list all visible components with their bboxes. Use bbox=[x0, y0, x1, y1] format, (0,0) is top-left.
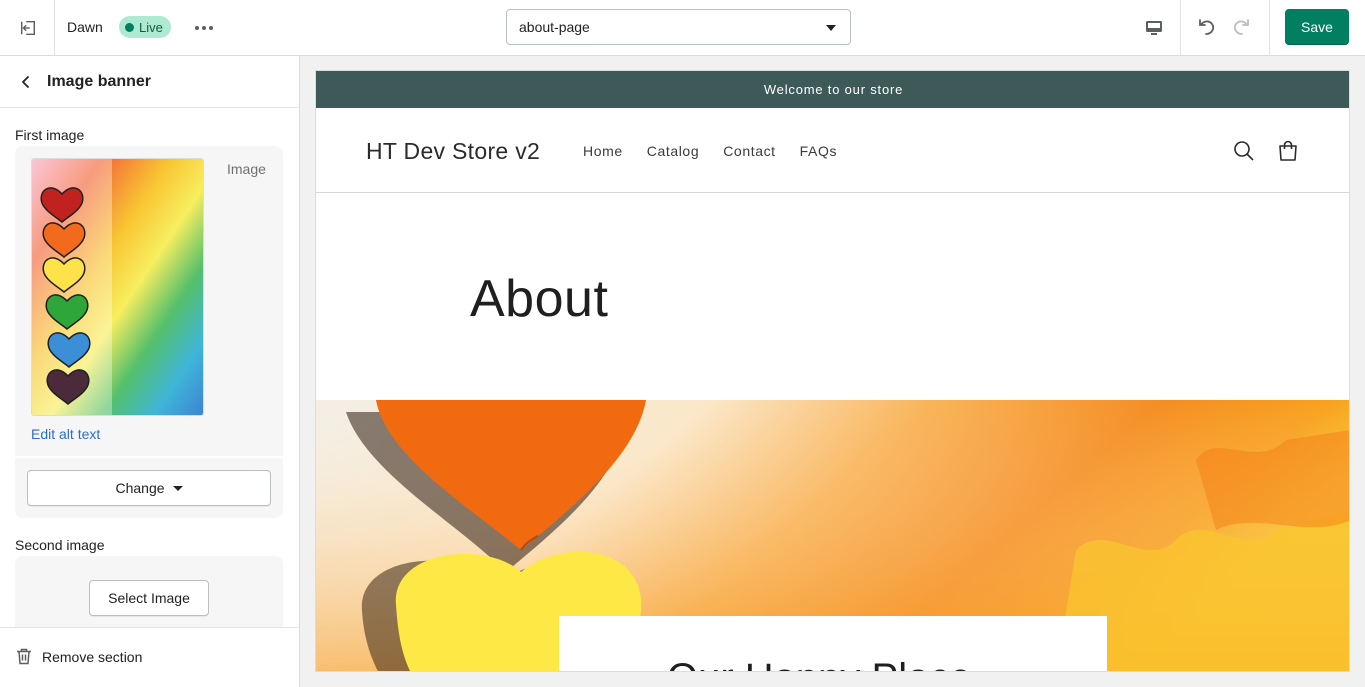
live-status-badge: Live bbox=[119, 16, 171, 38]
theme-name: Dawn bbox=[67, 19, 103, 35]
undo-button[interactable] bbox=[1192, 13, 1220, 41]
second-image-picker: Select Image bbox=[15, 556, 283, 631]
live-dot-icon bbox=[125, 22, 134, 32]
back-button[interactable] bbox=[14, 70, 38, 94]
chevron-down-icon bbox=[172, 485, 183, 491]
divider bbox=[54, 0, 55, 56]
edit-alt-text-link[interactable]: Edit alt text bbox=[31, 426, 100, 442]
desktop-preview-button[interactable] bbox=[1140, 14, 1168, 42]
live-badge-label: Live bbox=[139, 19, 163, 35]
nav-item-faqs[interactable]: FAQs bbox=[800, 143, 837, 159]
trash-icon bbox=[17, 648, 31, 665]
divider bbox=[1269, 0, 1270, 56]
image-type-tag: Image bbox=[227, 161, 266, 177]
sidebar-header: Image banner bbox=[0, 56, 299, 108]
editor-topbar: Dawn Live about-page Save bbox=[0, 0, 1365, 56]
redo-icon bbox=[1233, 19, 1249, 35]
divider bbox=[15, 456, 283, 458]
chevron-down-icon bbox=[826, 25, 836, 31]
header-cart-button[interactable] bbox=[1276, 139, 1300, 163]
page-select-value: about-page bbox=[519, 19, 590, 35]
change-button-label: Change bbox=[115, 480, 165, 496]
announcement-text: Welcome to our store bbox=[763, 82, 904, 97]
chevron-left-icon bbox=[22, 76, 29, 88]
header-search-button[interactable] bbox=[1232, 139, 1256, 163]
banner-heading: Our Happy Place bbox=[667, 656, 972, 671]
image-preview-area: Image Edit alt text bbox=[15, 146, 283, 456]
announcement-bar: Welcome to our store bbox=[316, 71, 1349, 108]
cart-icon bbox=[1279, 140, 1297, 161]
save-button[interactable]: Save bbox=[1285, 9, 1349, 45]
image-banner: Our Happy Place bbox=[316, 400, 1349, 671]
exit-icon bbox=[20, 20, 36, 36]
main-navigation: Home Catalog Contact FAQs bbox=[583, 143, 837, 159]
more-actions-button[interactable] bbox=[190, 14, 218, 42]
store-header: HT Dev Store v2 Home Catalog Contact FAQ… bbox=[316, 108, 1349, 193]
desktop-icon bbox=[1146, 21, 1162, 35]
banner-content-box: Our Happy Place bbox=[559, 616, 1107, 671]
more-horizontal-icon bbox=[195, 26, 213, 30]
exit-button[interactable] bbox=[14, 14, 42, 42]
store-logo-text[interactable]: HT Dev Store v2 bbox=[366, 138, 540, 165]
search-icon bbox=[1234, 141, 1254, 161]
sidebar-footer: Remove section bbox=[0, 627, 299, 687]
divider bbox=[1180, 0, 1181, 56]
select-image-button[interactable]: Select Image bbox=[89, 580, 209, 616]
remove-section-label: Remove section bbox=[42, 648, 143, 665]
change-image-button[interactable]: Change bbox=[27, 470, 271, 506]
first-image-label: First image bbox=[15, 127, 85, 143]
page-title: About bbox=[470, 270, 609, 328]
first-image-picker: Image Edit alt text Change bbox=[15, 146, 283, 518]
nav-item-catalog[interactable]: Catalog bbox=[647, 143, 699, 159]
remove-section-button[interactable]: Remove section bbox=[16, 648, 142, 665]
section-settings-sidebar: Image banner First image Image Edit alt … bbox=[0, 56, 300, 687]
second-image-label: Second image bbox=[15, 537, 105, 553]
nav-item-contact[interactable]: Contact bbox=[723, 143, 775, 159]
section-title: Image banner bbox=[47, 73, 152, 90]
first-image-thumbnail[interactable] bbox=[31, 158, 204, 416]
undo-icon bbox=[1199, 19, 1215, 35]
redo-button[interactable] bbox=[1228, 13, 1256, 41]
page-select-dropdown[interactable]: about-page bbox=[506, 9, 851, 45]
nav-item-home[interactable]: Home bbox=[583, 143, 623, 159]
storefront-preview: Welcome to our store HT Dev Store v2 Hom… bbox=[315, 70, 1350, 672]
